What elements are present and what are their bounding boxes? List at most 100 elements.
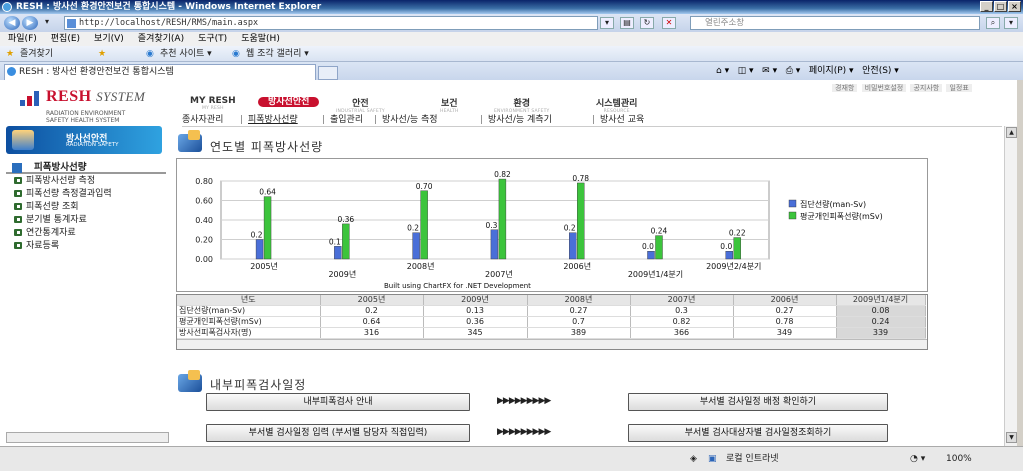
dept-schedule-confirm-button[interactable]: 부서별 검사일정 배정 확인하기 — [628, 393, 888, 411]
sidebar-item-lookup[interactable]: 피폭선량 조회 — [8, 201, 168, 213]
page-content: RESH SYSTEM RADIATION ENVIRONMENT SAFETY … — [0, 80, 1017, 446]
grid-cell: 316 — [320, 327, 424, 339]
util-link-1[interactable]: 경재항 — [832, 84, 858, 92]
grid-cell: 0.64 — [320, 316, 424, 328]
page-menu[interactable]: 페이지(P) ▾ — [809, 66, 854, 76]
y-tick-label: 0.00 — [195, 255, 213, 264]
gnav-safety[interactable]: 안전 INDUSTRIAL SAFETY — [336, 96, 385, 114]
address-dropdown-icon[interactable]: ▾ — [600, 17, 614, 29]
sidebar-horizontal-scrollbar[interactable] — [6, 432, 169, 443]
menu-help[interactable]: 도움말(H) — [241, 32, 280, 46]
page-icon — [67, 19, 76, 28]
menu-tools[interactable]: 도구(T) — [198, 32, 227, 46]
menu-view[interactable]: 보기(V) — [94, 32, 124, 46]
web-slice-gallery-link[interactable]: 웹 조각 갤러리 ▾ — [246, 46, 309, 62]
new-tab-button[interactable] — [318, 66, 338, 80]
internal-exam-guide-button[interactable]: 내부피폭검사 안내 — [206, 393, 470, 411]
banner-subtitle: RADIATION SAFETY — [66, 142, 119, 148]
minimize-button[interactable]: _ — [980, 1, 993, 12]
y-tick-label: 0.60 — [195, 197, 213, 206]
sidebar-item-data-upload[interactable]: 자료등록 — [8, 240, 168, 252]
tab-ie-icon — [7, 67, 16, 76]
forward-button[interactable]: ▶ — [22, 16, 38, 30]
flow-arrows: ▶▶▶▶▶▶▶▶▶ — [497, 396, 551, 406]
dept-schedule-input-button[interactable]: 부서별 검사일정 입력 (부서별 담당자 직접입력) — [206, 424, 470, 442]
data-label: 0.36 — [337, 215, 354, 224]
table-row: 방사선피폭검사자(명) 316 345 389 366 349 339 — [177, 327, 926, 339]
sub-navigation: 종사자관리 | 피폭방사선량 | 출입관리 | 방사선/능 측정 | 방사선/능… — [182, 114, 1002, 127]
subnav-worker-mgmt[interactable]: 종사자관리 — [182, 114, 223, 127]
data-label: 0.70 — [416, 182, 433, 191]
resh-logo[interactable]: RESH SYSTEM RADIATION ENVIRONMENT SAFETY … — [20, 88, 160, 128]
refresh-icon[interactable]: ↻ — [640, 17, 654, 29]
gnav-my-resh[interactable]: MY RESH MY RESH — [190, 96, 236, 111]
x-tick-label: 2005년 — [250, 261, 278, 271]
bar-avg-individual-dose — [420, 190, 428, 260]
dept-subject-schedule-lookup-button[interactable]: 부서별 검사대상자별 검사일정조회하기 — [628, 424, 888, 442]
bar-collective-dose — [412, 232, 420, 260]
maximize-button[interactable]: □ — [994, 1, 1007, 12]
data-label: 0.2 — [407, 224, 419, 233]
protected-mode-icon[interactable]: ◔ ▾ — [910, 450, 925, 468]
grid-cell: 0.36 — [423, 316, 528, 328]
data-label: 0.24 — [651, 227, 668, 236]
print-icon[interactable]: ⎙ ▾ — [786, 66, 801, 76]
home-icon[interactable]: ⌂ ▾ — [716, 66, 729, 76]
scroll-up-icon[interactable]: ▲ — [1006, 127, 1017, 138]
bar-collective-dose — [725, 250, 733, 260]
add-favorite-icon[interactable]: ★ — [98, 46, 106, 62]
grid-cell: 339 — [836, 327, 926, 339]
legend-swatch — [788, 199, 797, 208]
stop-icon[interactable]: ✕ — [662, 17, 676, 29]
feeds-icon[interactable]: ◫ ▾ — [738, 66, 754, 76]
subnav-radiation-education[interactable]: 방사선 교육 — [600, 114, 644, 127]
sidebar-item-result-input[interactable]: 피폭선량 측정결과입력 — [8, 188, 168, 200]
subnav-radiation-instruments[interactable]: 방사선/능 계측기 — [488, 114, 552, 127]
bar-collective-dose — [569, 232, 577, 260]
subnav-access-mgmt[interactable]: 출입관리 — [330, 114, 363, 127]
legend-label: 집단선량(man-Sv) — [800, 199, 866, 209]
sidebar-item-quarterly-stats[interactable]: 분기별 통계자료 — [8, 214, 168, 226]
util-link-password[interactable]: 비밀번호설정 — [861, 84, 907, 92]
util-link-notice[interactable]: 공지사항 — [910, 84, 943, 92]
grid-cell: 집단선량(man-Sv) — [177, 305, 321, 317]
gnav-radiation-safety[interactable]: 방사선안전 — [258, 96, 320, 108]
dose-data-grid: 년도 2005년 2009년 2008년 2007년 2006년 2009년1/… — [176, 294, 928, 350]
menu-file[interactable]: 파일(F) — [8, 32, 37, 46]
search-options-icon[interactable]: ▾ — [1004, 17, 1018, 29]
menu-favorites[interactable]: 즐겨찾기(A) — [138, 32, 184, 46]
grid-horizontal-scrollbar[interactable] — [177, 339, 927, 349]
browser-tab[interactable]: RESH : 방사선 환경안전보건 통합시스템 — [4, 64, 316, 80]
menu-bar: 파일(F) 편집(E) 보기(V) 즐겨찾기(A) 도구(T) 도움말(H) — [0, 32, 1023, 46]
search-input[interactable]: 열린주소창 — [690, 16, 980, 30]
bar-collective-dose — [490, 229, 499, 260]
sidebar-item-annual-stats[interactable]: 연간통계자료 — [8, 227, 168, 239]
safety-menu[interactable]: 안전(S) ▾ — [862, 66, 899, 76]
compat-view-icon[interactable]: ▤ — [620, 17, 634, 29]
address-input[interactable]: http://localhost/RESH/RMS/main.aspx — [64, 16, 598, 30]
menu-edit[interactable]: 편집(E) — [51, 32, 80, 46]
favorites-button[interactable]: 즐겨찾기 — [20, 46, 53, 62]
util-link-schedule[interactable]: 일정표 — [946, 84, 972, 92]
subnav-radiation-measure[interactable]: 방사선/능 측정 — [382, 114, 438, 127]
mail-icon[interactable]: ✉ ▾ — [762, 66, 777, 76]
scroll-down-icon[interactable]: ▼ — [1006, 432, 1017, 443]
sidebar-item-measure[interactable]: 피폭방사선량 측정 — [8, 175, 168, 187]
zoom-level[interactable]: 100% — [946, 450, 972, 468]
gnav-health[interactable]: 보건 HEALTH — [440, 96, 459, 114]
data-label: 0.22 — [729, 229, 746, 238]
page-vertical-scrollbar[interactable]: ▲ ▼ — [1004, 126, 1017, 446]
grid-cell: 0.24 — [836, 316, 926, 328]
bar-collective-dose — [647, 250, 655, 260]
gnav-environment[interactable]: 환경 ENVIRONMENT SAFETY — [494, 96, 549, 114]
history-dropdown-icon[interactable]: ▾ — [40, 17, 54, 29]
zone-label: 로컬 인트라넷 — [726, 454, 779, 464]
back-button[interactable]: ◀ — [4, 16, 20, 30]
subnav-exposure-dose[interactable]: 피폭방사선량 — [248, 114, 298, 127]
suggested-sites-link[interactable]: 추천 사이트 ▾ — [160, 46, 212, 62]
search-icon[interactable]: ⌕ — [986, 17, 1000, 29]
window-title: RESH : 방사선 환경안전보건 통합시스템 - Windows Intern… — [16, 2, 322, 12]
gnav-system-admin[interactable]: 시스템관리 RESOURCE — [596, 96, 637, 114]
sidebar-heading: 피폭방사선량 — [6, 162, 166, 174]
close-button[interactable]: × — [1008, 1, 1021, 12]
